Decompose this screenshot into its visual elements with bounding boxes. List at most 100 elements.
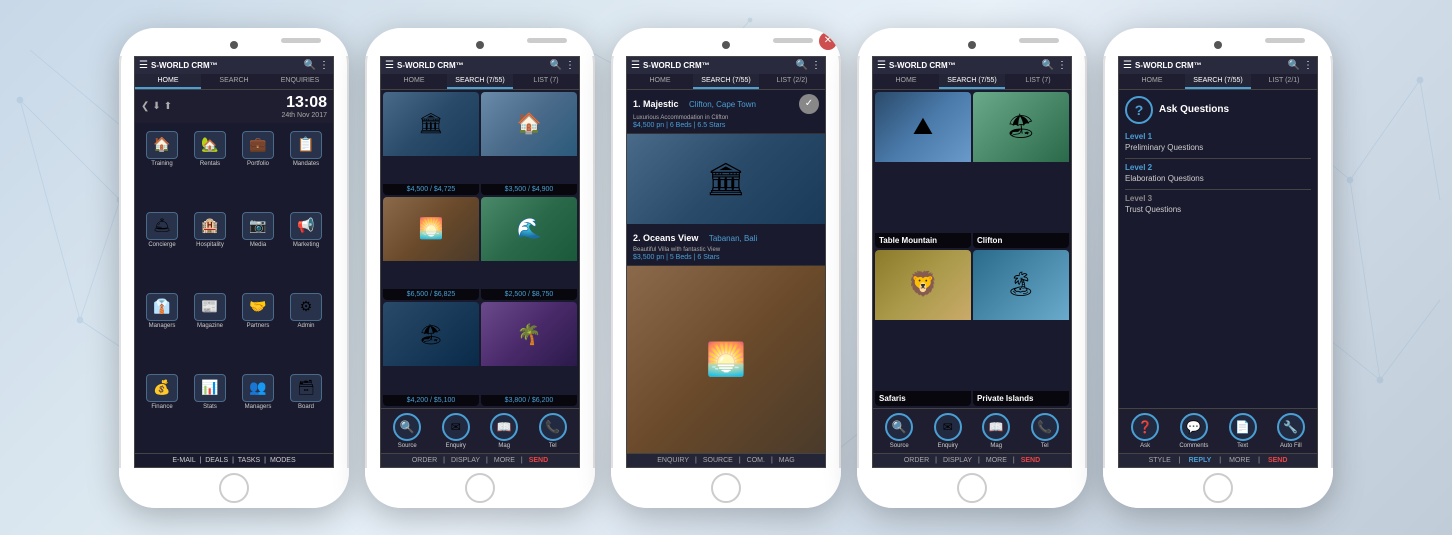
send-link-4[interactable]: SEND bbox=[1021, 457, 1040, 464]
icon-media[interactable]: 📷 Media bbox=[235, 208, 281, 287]
icon-mandates[interactable]: 📋 Mandates bbox=[283, 127, 329, 206]
hamburger-icon-4[interactable]: ☰ bbox=[877, 60, 886, 71]
mag-link-3[interactable]: MAG bbox=[779, 457, 795, 464]
action-enquiry-2[interactable]: ✉ Enquiry bbox=[442, 413, 470, 449]
home-button-5[interactable] bbox=[1203, 473, 1233, 503]
home-button-4[interactable] bbox=[957, 473, 987, 503]
tab-home-1[interactable]: HOME bbox=[135, 74, 201, 89]
icon-finance[interactable]: 💰 Finance bbox=[139, 370, 185, 449]
action-ask-5[interactable]: ❓ Ask bbox=[1131, 413, 1159, 449]
property-card-5[interactable]: 🏖 $4,200 / $5,100 bbox=[383, 302, 479, 405]
checkmark-1[interactable]: ✓ bbox=[799, 94, 819, 114]
tab-home-4[interactable]: HOME bbox=[873, 74, 939, 89]
action-autofill-5[interactable]: 🔧 Auto Fill bbox=[1277, 413, 1305, 449]
send-link-2[interactable]: SEND bbox=[529, 457, 548, 464]
search-icon-1[interactable]: 🔍 bbox=[304, 60, 316, 71]
tab-search-2[interactable]: SEARCH (7/55) bbox=[447, 74, 513, 89]
property-card-4[interactable]: 🌊 $2,500 / $8,750 bbox=[481, 197, 577, 300]
modes-link[interactable]: MODES bbox=[270, 457, 296, 464]
more-icon-3[interactable]: ⋮ bbox=[811, 60, 821, 71]
enquiry-link-3[interactable]: ENQUIRY bbox=[657, 457, 689, 464]
hamburger-icon-2[interactable]: ☰ bbox=[385, 60, 394, 71]
icon-rentals[interactable]: 🏡 Rentals bbox=[187, 127, 233, 206]
property-card-2[interactable]: 🏠 $3,500 / $4,900 bbox=[481, 92, 577, 195]
tab-home-3[interactable]: HOME bbox=[627, 74, 693, 89]
home-button-2[interactable] bbox=[465, 473, 495, 503]
icon-admin[interactable]: ⚙ Admin bbox=[283, 289, 329, 368]
more-icon-1[interactable]: ⋮ bbox=[319, 60, 329, 71]
up-arrow-icon[interactable]: ⬆ bbox=[164, 101, 172, 112]
more-link-2[interactable]: MORE bbox=[494, 457, 515, 464]
category-clifton[interactable]: 🏖 Clifton bbox=[973, 92, 1069, 248]
icon-managers2[interactable]: 👥 Managers bbox=[235, 370, 281, 449]
action-mag-2[interactable]: 📖 Mag bbox=[490, 413, 518, 449]
display-link-4[interactable]: DISPLAY bbox=[943, 457, 972, 464]
property-card-3[interactable]: 🌅 $6,500 / $6,825 bbox=[383, 197, 479, 300]
category-safaris[interactable]: 🦁 Safaris bbox=[875, 250, 971, 406]
tab-search-5[interactable]: SEARCH (7/55) bbox=[1185, 74, 1251, 89]
icon-portfolio[interactable]: 💼 Portfolio bbox=[235, 127, 281, 206]
icon-partners[interactable]: 🤝 Partners bbox=[235, 289, 281, 368]
icon-stats[interactable]: 📊 Stats bbox=[187, 370, 233, 449]
action-comments-5[interactable]: 💬 Comments bbox=[1179, 413, 1208, 449]
tab-search-3[interactable]: SEARCH (7/55) bbox=[693, 74, 759, 89]
reply-link-5[interactable]: REPLY bbox=[1189, 457, 1212, 464]
deals-link[interactable]: DEALS bbox=[205, 457, 228, 464]
more-icon-2[interactable]: ⋮ bbox=[565, 60, 575, 71]
category-private-islands[interactable]: 🏝 Private Islands bbox=[973, 250, 1069, 406]
down-arrow-icon[interactable]: ⬇ bbox=[152, 101, 160, 112]
tab-home-5[interactable]: HOME bbox=[1119, 74, 1185, 89]
action-enquiry-4[interactable]: ✉ Enquiry bbox=[934, 413, 962, 449]
send-link-5[interactable]: SEND bbox=[1268, 457, 1287, 464]
tasks-link[interactable]: TASKS bbox=[238, 457, 260, 464]
more-link-5[interactable]: MORE bbox=[1229, 457, 1250, 464]
tab-search-4[interactable]: SEARCH (7/55) bbox=[939, 74, 1005, 89]
order-link-4[interactable]: ORDER bbox=[904, 457, 929, 464]
more-icon-4[interactable]: ⋮ bbox=[1057, 60, 1067, 71]
hamburger-icon-3[interactable]: ☰ bbox=[631, 60, 640, 71]
action-source-4[interactable]: 🔍 Source bbox=[885, 413, 913, 449]
display-link-2[interactable]: DISPLAY bbox=[451, 457, 480, 464]
home-button-3[interactable] bbox=[711, 473, 741, 503]
more-link-4[interactable]: MORE bbox=[986, 457, 1007, 464]
action-text-5[interactable]: 📄 Text bbox=[1229, 413, 1257, 449]
search-icon-4[interactable]: 🔍 bbox=[1042, 60, 1054, 71]
tab-list-5[interactable]: LIST (2/1) bbox=[1251, 74, 1317, 89]
tab-list-2[interactable]: LIST (7) bbox=[513, 74, 579, 89]
style-link-5[interactable]: STYLE bbox=[1149, 457, 1171, 464]
left-arrow-icon[interactable]: ❮ bbox=[141, 101, 149, 112]
search-icon-2[interactable]: 🔍 bbox=[550, 60, 562, 71]
action-tel-4[interactable]: 📞 Tel bbox=[1031, 413, 1059, 449]
home-button-1[interactable] bbox=[219, 473, 249, 503]
listing-item-1[interactable]: 1. Majestic Clifton, Cape Town ✓ Luxurio… bbox=[627, 90, 825, 134]
icon-board[interactable]: 🗃 Board bbox=[283, 370, 329, 449]
property-card-6[interactable]: 🌴 $3,800 / $6,200 bbox=[481, 302, 577, 405]
listing-item-2[interactable]: 2. Oceans View Tabanan, Bali ✕ Beautiful… bbox=[627, 224, 825, 266]
icon-marketing[interactable]: 📢 Marketing bbox=[283, 208, 329, 287]
action-source-2[interactable]: 🔍 Source bbox=[393, 413, 421, 449]
hamburger-icon-5[interactable]: ☰ bbox=[1123, 60, 1132, 71]
action-tel-2[interactable]: 📞 Tel bbox=[539, 413, 567, 449]
property-card-1[interactable]: 🏛 $4,500 / $4,725 bbox=[383, 92, 479, 195]
tab-search-1[interactable]: SEARCH bbox=[201, 74, 267, 89]
more-icon-5[interactable]: ⋮ bbox=[1303, 60, 1313, 71]
tab-list-3[interactable]: LIST (2/2) bbox=[759, 74, 825, 89]
hamburger-icon-1[interactable]: ☰ bbox=[139, 60, 148, 71]
tab-list-4[interactable]: LIST (7) bbox=[1005, 74, 1071, 89]
icon-training[interactable]: 🏠 Training bbox=[139, 127, 185, 206]
icon-hospitality[interactable]: 🏨 Hospitality bbox=[187, 208, 233, 287]
tab-enquiries-1[interactable]: ENQUIRIES bbox=[267, 74, 333, 89]
icon-concierge[interactable]: 🛎 Concierge bbox=[139, 208, 185, 287]
icon-magazine[interactable]: 📰 Magazine bbox=[187, 289, 233, 368]
tab-home-2[interactable]: HOME bbox=[381, 74, 447, 89]
email-link[interactable]: E-MAIL bbox=[172, 457, 195, 464]
order-link-2[interactable]: ORDER bbox=[412, 457, 437, 464]
category-table-mountain[interactable]: ⛰ Table Mountain bbox=[875, 92, 971, 248]
source-link-3[interactable]: SOURCE bbox=[703, 457, 733, 464]
icon-managers[interactable]: 👔 Managers bbox=[139, 289, 185, 368]
action-mag-4[interactable]: 📖 Mag bbox=[982, 413, 1010, 449]
search-icon-3[interactable]: 🔍 bbox=[796, 60, 808, 71]
search-icon-5[interactable]: 🔍 bbox=[1288, 60, 1300, 71]
com-link-3[interactable]: COM. bbox=[747, 457, 765, 464]
speaker-3 bbox=[773, 38, 813, 43]
